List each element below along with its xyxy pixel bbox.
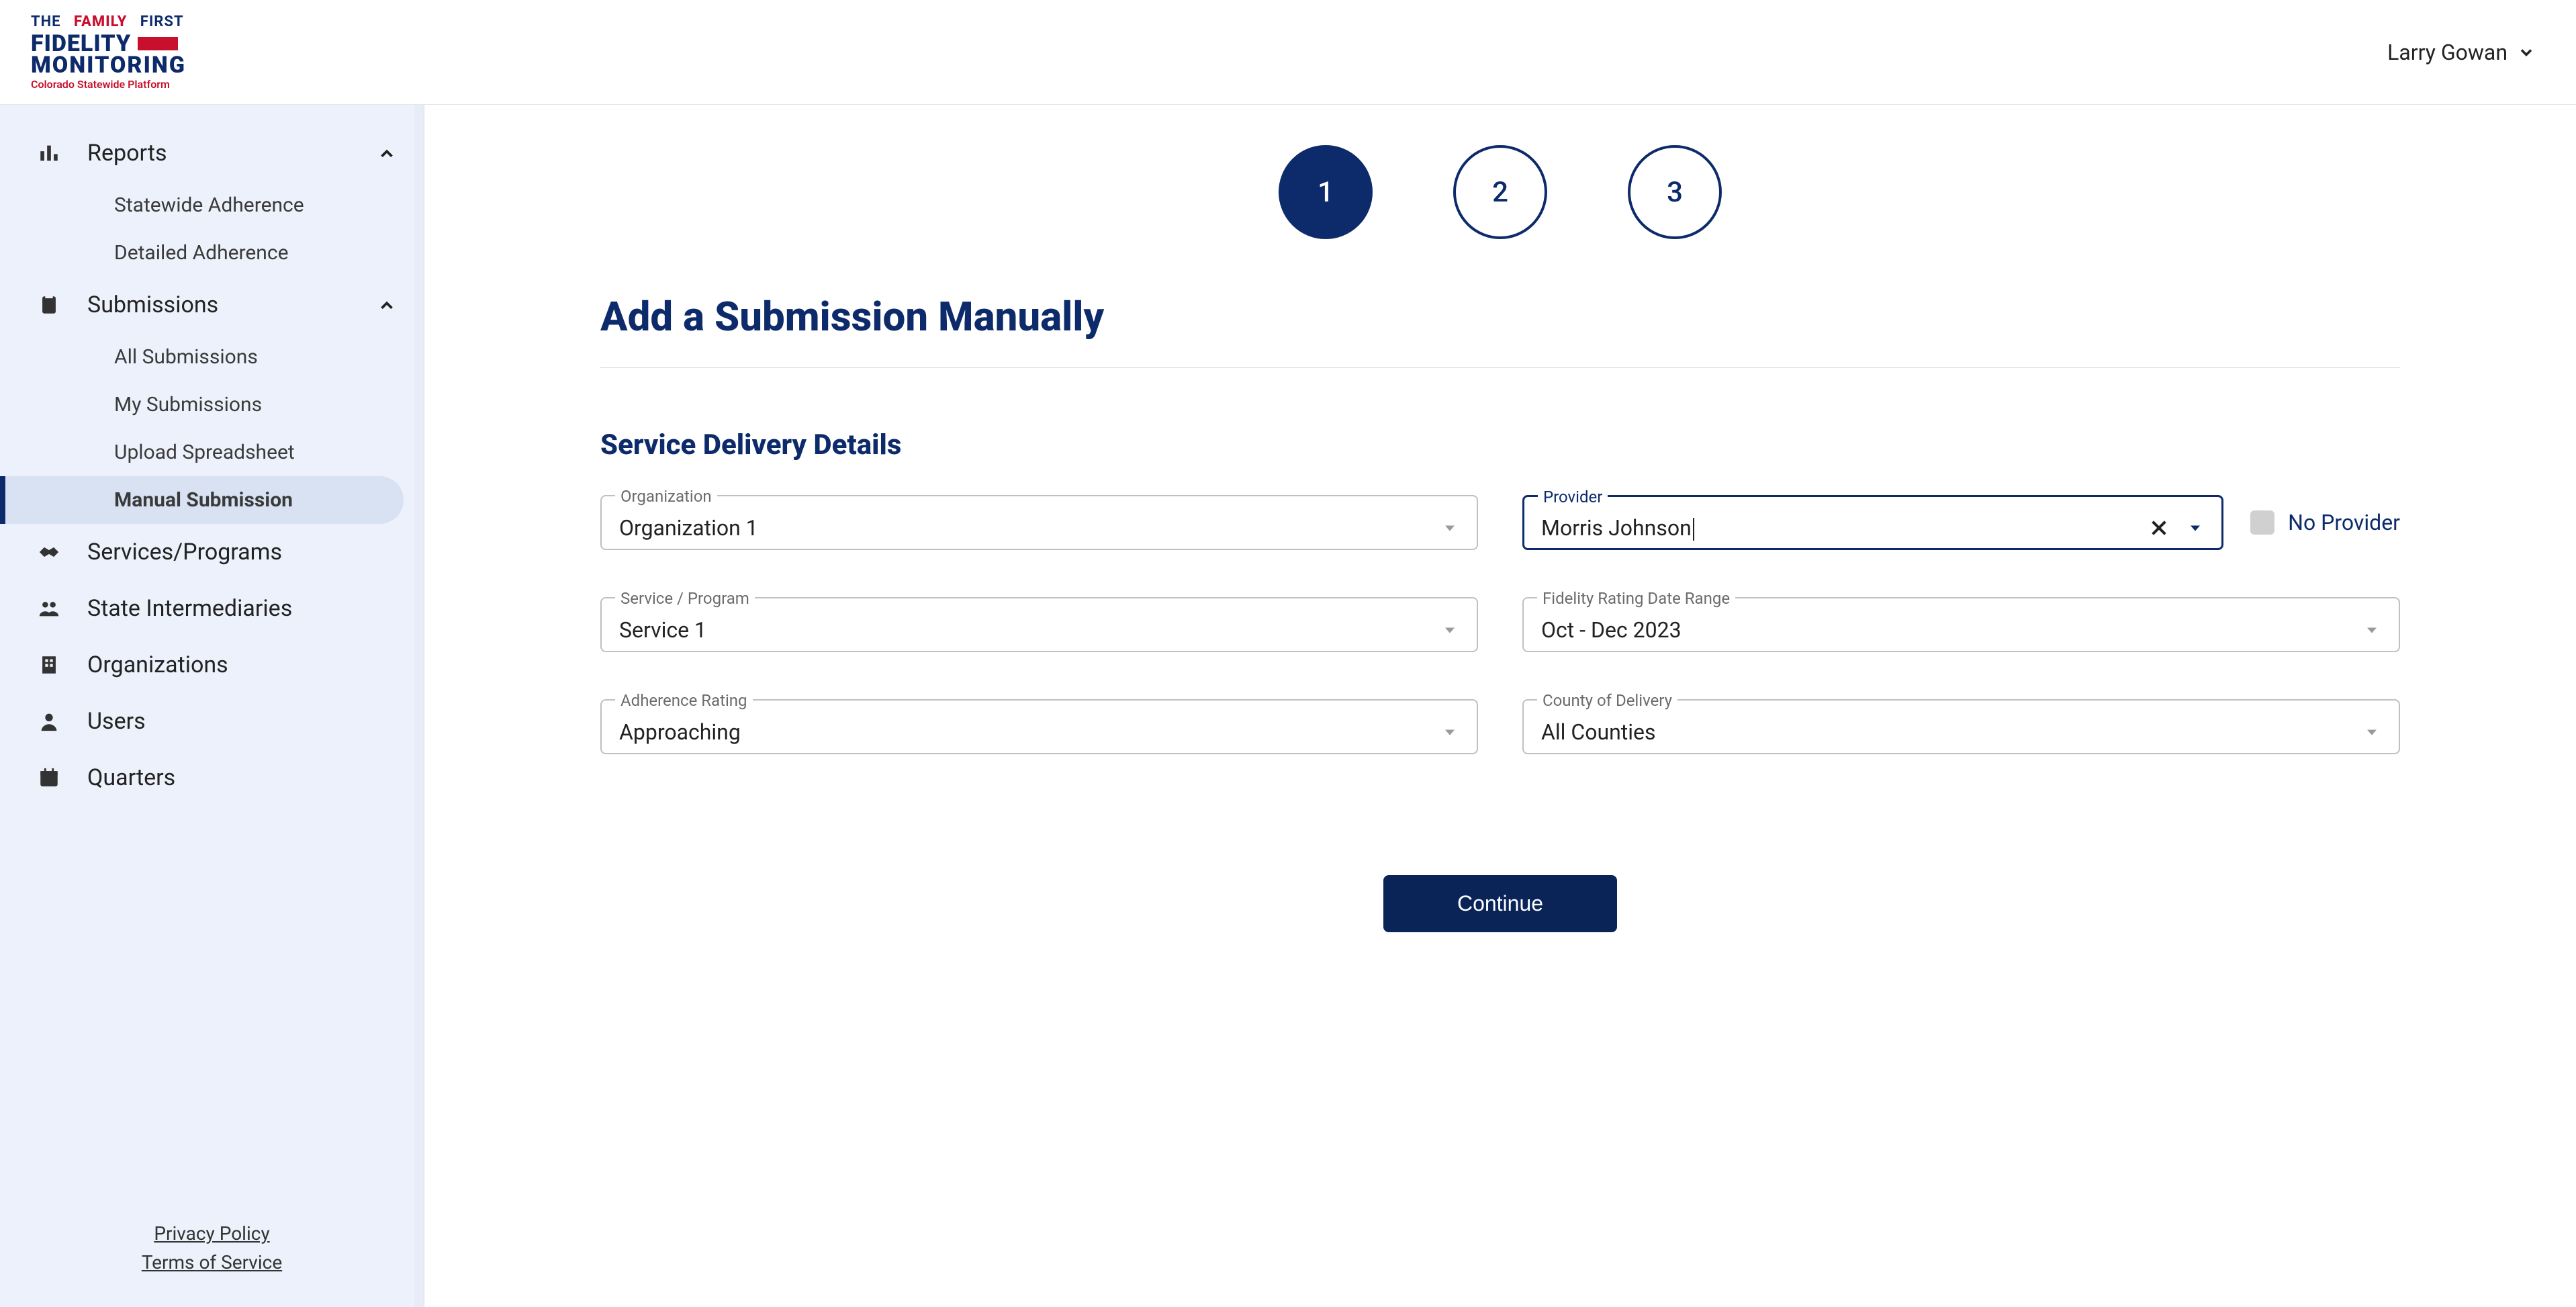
sidebar-sub-manual-submission[interactable]: Manual Submission [0, 476, 404, 524]
field-value: Organization 1 [619, 515, 1440, 541]
field-label: Service / Program [615, 589, 755, 608]
logo-bar [138, 37, 178, 50]
sidebar-item-label: Submissions [87, 291, 350, 318]
privacy-policy-link[interactable]: Privacy Policy [0, 1222, 424, 1245]
sidebar: Reports Statewide Adherence Detailed Adh… [0, 105, 424, 1307]
logo-subtitle: Colorado Statewide Platform [31, 79, 186, 90]
logo: THE FAMILY FIRST FIDELITY MONITORING Col… [31, 15, 186, 90]
calendar-icon [38, 766, 60, 789]
sidebar-item-intermediaries[interactable]: State Intermediaries [0, 580, 424, 637]
sidebar-item-reports[interactable]: Reports [0, 125, 424, 181]
handshake-icon [38, 541, 60, 564]
field-label: Organization [615, 487, 717, 506]
sidebar-sub-detailed-adherence[interactable]: Detailed Adherence [0, 229, 424, 277]
service-select[interactable]: Service / Program Service 1 [600, 597, 1478, 652]
sidebar-item-label: Quarters [87, 764, 397, 791]
stepper: 1 2 3 [505, 145, 2495, 239]
step-2[interactable]: 2 [1453, 145, 1547, 239]
field-label: Provider [1538, 488, 1608, 506]
sidebar-sub-upload-spreadsheet[interactable]: Upload Spreadsheet [0, 429, 424, 476]
dropdown-arrow-icon [2186, 519, 2205, 537]
sidebar-sub-all-submissions[interactable]: All Submissions [0, 333, 424, 381]
dropdown-arrow-icon [2362, 621, 2381, 639]
clear-icon[interactable] [2148, 517, 2170, 539]
date-range-select[interactable]: Fidelity Rating Date Range Oct - Dec 202… [1522, 597, 2400, 652]
people-icon [38, 597, 60, 620]
county-select[interactable]: County of Delivery All Counties [1522, 699, 2400, 754]
field-label: County of Delivery [1537, 691, 1677, 710]
user-icon [38, 710, 60, 733]
sidebar-item-users[interactable]: Users [0, 693, 424, 750]
organization-select[interactable]: Organization Organization 1 [600, 495, 1478, 550]
sidebar-item-services[interactable]: Services/Programs [0, 524, 424, 580]
field-value: Approaching [619, 719, 1440, 745]
sidebar-sub-statewide-adherence[interactable]: Statewide Adherence [0, 181, 424, 229]
sidebar-item-organizations[interactable]: Organizations [0, 637, 424, 693]
field-value: Morris Johnson [1541, 515, 2148, 541]
sidebar-item-label: Organizations [87, 651, 397, 678]
field-label: Adherence Rating [615, 691, 753, 710]
field-value: All Counties [1541, 719, 2362, 745]
step-1[interactable]: 1 [1279, 145, 1373, 239]
page-title: Add a Submission Manually [600, 293, 2400, 341]
adherence-select[interactable]: Adherence Rating Approaching [600, 699, 1478, 754]
field-label: Fidelity Rating Date Range [1537, 589, 1735, 608]
sidebar-item-submissions[interactable]: Submissions [0, 277, 424, 333]
divider [600, 367, 2400, 368]
logo-monitoring: MONITORING [31, 54, 186, 77]
chevron-down-icon [2517, 43, 2536, 62]
sidebar-item-label: Services/Programs [87, 539, 397, 566]
provider-combobox[interactable]: Provider Morris Johnson [1522, 495, 2223, 550]
dropdown-arrow-icon [1440, 723, 1459, 741]
sidebar-item-label: Users [87, 708, 397, 735]
logo-family: FAMILY [74, 13, 127, 30]
bar-chart-icon [38, 142, 60, 165]
checkbox-icon [2250, 510, 2274, 535]
field-value: Service 1 [619, 617, 1440, 643]
chevron-up-icon [377, 143, 397, 163]
terms-of-service-link[interactable]: Terms of Service [0, 1251, 424, 1273]
building-icon [38, 654, 60, 676]
sidebar-item-quarters[interactable]: Quarters [0, 750, 424, 806]
section-title: Service Delivery Details [600, 429, 2400, 461]
sidebar-item-label: State Intermediaries [87, 595, 397, 622]
field-value: Oct - Dec 2023 [1541, 617, 2362, 643]
clipboard-icon [38, 294, 60, 316]
chevron-up-icon [377, 295, 397, 315]
checkbox-label: No Provider [2288, 510, 2400, 535]
logo-the: THE [31, 13, 61, 30]
dropdown-arrow-icon [1440, 519, 1459, 537]
topbar: THE FAMILY FIRST FIDELITY MONITORING Col… [0, 0, 2576, 105]
dropdown-arrow-icon [1440, 621, 1459, 639]
continue-button[interactable]: Continue [1383, 875, 1617, 932]
user-menu[interactable]: Larry Gowan [2387, 40, 2536, 65]
user-name: Larry Gowan [2387, 40, 2508, 65]
sidebar-item-label: Reports [87, 140, 350, 167]
no-provider-checkbox[interactable]: No Provider [2250, 510, 2400, 535]
step-3[interactable]: 3 [1628, 145, 1722, 239]
sidebar-footer: Privacy Policy Terms of Service [0, 1196, 424, 1307]
logo-first: FIRST [140, 13, 184, 30]
main-content: 1 2 3 Add a Submission Manually Service … [424, 105, 2576, 1307]
sidebar-sub-my-submissions[interactable]: My Submissions [0, 381, 424, 429]
dropdown-arrow-icon [2362, 723, 2381, 741]
